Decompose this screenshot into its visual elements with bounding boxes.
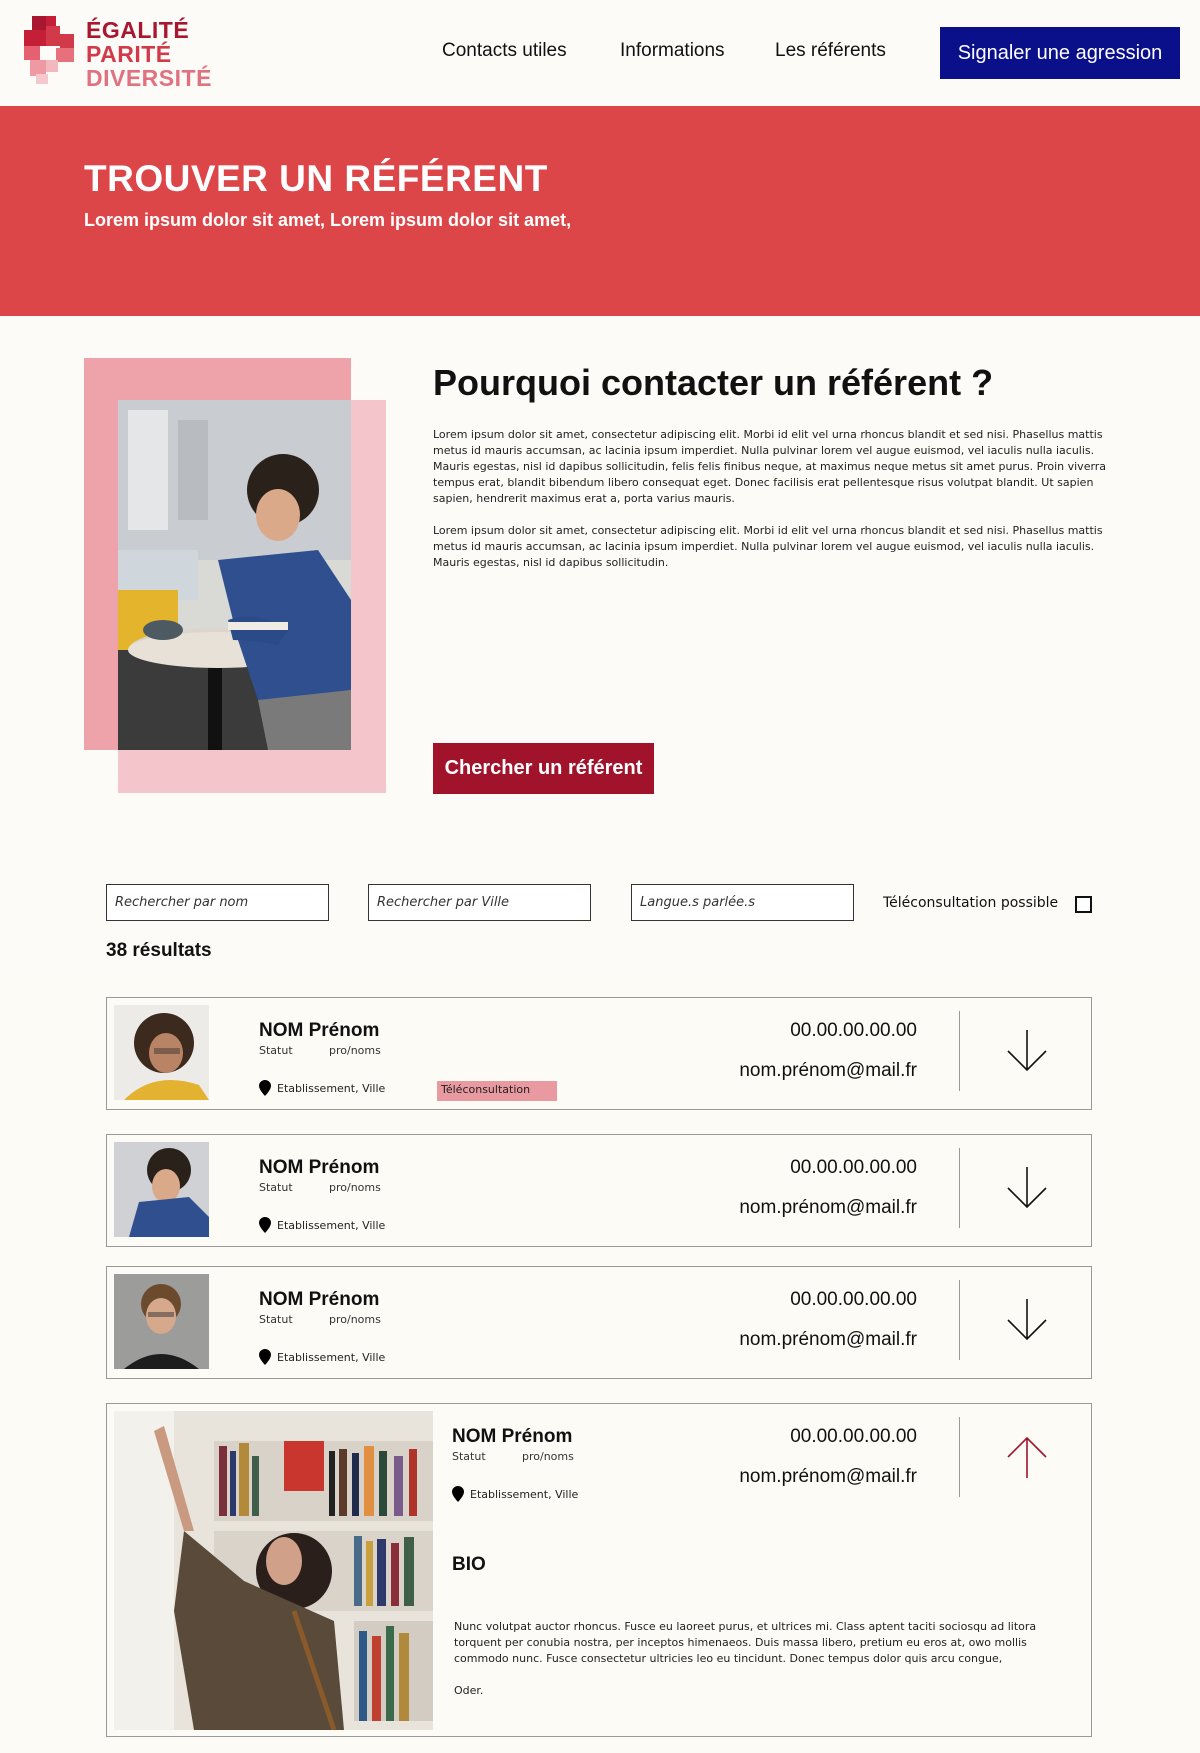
referent-location: Etablissement, Ville [259, 1217, 385, 1233]
referent-email[interactable]: nom.prénom@mail.fr [657, 1060, 917, 1082]
bio-signature: Oder. [454, 1684, 484, 1697]
referent-pronoms: pro/noms [329, 1044, 381, 1057]
arrow-down-icon[interactable] [1002, 1295, 1052, 1345]
referent-statut: Statut [259, 1181, 293, 1194]
location-text: Etablissement, Ville [470, 1487, 579, 1501]
results-count: 38 résultats [106, 940, 212, 961]
referent-pronoms: pro/noms [522, 1450, 574, 1463]
referent-phone[interactable]: 00.00.00.00.00 [717, 1426, 917, 1448]
referent-statut: Statut [259, 1044, 293, 1057]
teleconsultation-badge: Téléconsultation [437, 1081, 557, 1101]
intro-paragraph-2: Lorem ipsum dolor sit amet, consectetur … [433, 524, 1103, 569]
referent-statut: Statut [259, 1313, 293, 1326]
referent-phone[interactable]: 00.00.00.00.00 [717, 1020, 917, 1042]
page-subtitle: Lorem ipsum dolor sit amet, Lorem ipsum … [84, 210, 572, 230]
report-aggression-button[interactable]: Signaler une agression [940, 27, 1180, 79]
search-city-input[interactable] [368, 884, 591, 921]
referent-email[interactable]: nom.prénom@mail.fr [657, 1466, 917, 1488]
referent-location: Etablissement, Ville [259, 1080, 385, 1096]
referent-card[interactable]: NOM Prénom Statut pro/noms Etablissement… [106, 997, 1092, 1110]
logo-line-2: PARITÉ [86, 41, 172, 67]
referent-name: NOM Prénom [259, 1157, 380, 1178]
logo-line-3: DIVERSITÉ [86, 65, 212, 91]
site-header: ÉGALITÉ PARITÉ DIVERSITÉ Contacts utiles… [0, 0, 1200, 106]
intro-title: Pourquoi contacter un référent ? [433, 362, 994, 403]
referent-statut: Statut [452, 1450, 486, 1463]
logo-text: ÉGALITÉ PARITÉ DIVERSITÉ [86, 18, 212, 90]
arrow-down-icon[interactable] [1002, 1163, 1052, 1213]
location-text: Etablissement, Ville [277, 1081, 386, 1095]
bio-text: Nunc volutpat auctor rhoncus. Fusce eu l… [454, 1620, 1037, 1665]
referent-photo [114, 1411, 433, 1730]
referent-name: NOM Prénom [452, 1426, 573, 1447]
logo-mark-icon [24, 16, 74, 84]
referent-location: Etablissement, Ville [452, 1486, 578, 1502]
pin-icon [259, 1349, 271, 1365]
language-input[interactable] [631, 884, 854, 921]
card-divider [959, 1417, 960, 1497]
pin-icon [259, 1217, 271, 1233]
intro-paragraph-1: Lorem ipsum dolor sit amet, consectetur … [433, 428, 1107, 505]
arrow-down-icon[interactable] [1002, 1026, 1052, 1076]
card-divider [959, 1011, 960, 1091]
referent-name: NOM Prénom [259, 1020, 380, 1041]
referent-pronoms: pro/noms [329, 1313, 381, 1326]
search-referent-button[interactable]: Chercher un référent [433, 743, 654, 794]
referent-email[interactable]: nom.prénom@mail.fr [657, 1329, 917, 1351]
teleconsultation-checkbox[interactable] [1075, 896, 1092, 913]
nav-contacts-utiles[interactable]: Contacts utiles [442, 40, 567, 62]
nav-les-referents[interactable]: Les référents [775, 40, 886, 62]
location-text: Etablissement, Ville [277, 1350, 386, 1364]
card-divider [959, 1280, 960, 1360]
referent-phone[interactable]: 00.00.00.00.00 [717, 1157, 917, 1179]
arrow-up-icon[interactable] [1002, 1432, 1052, 1482]
referent-email[interactable]: nom.prénom@mail.fr [657, 1197, 917, 1219]
page-title: TROUVER UN RÉFÉRENT [84, 158, 548, 199]
hero-banner: TROUVER UN RÉFÉRENT Lorem ipsum dolor si… [0, 106, 1200, 316]
referent-card[interactable]: NOM Prénom Statut pro/noms Etablissement… [106, 1266, 1092, 1379]
referent-phone[interactable]: 00.00.00.00.00 [717, 1289, 917, 1311]
pin-icon [259, 1080, 271, 1096]
search-name-input[interactable] [106, 884, 329, 921]
referent-card[interactable]: NOM Prénom Statut pro/noms Etablissement… [106, 1134, 1092, 1247]
nav-informations[interactable]: Informations [620, 40, 725, 62]
bio-title: BIO [452, 1554, 486, 1575]
pin-icon [452, 1486, 464, 1502]
avatar [114, 1274, 209, 1369]
avatar [114, 1005, 209, 1100]
location-text: Etablissement, Ville [277, 1218, 386, 1232]
referent-location: Etablissement, Ville [259, 1349, 385, 1365]
referent-card-expanded[interactable]: NOM Prénom Statut pro/noms Etablissement… [106, 1403, 1092, 1737]
logo[interactable]: ÉGALITÉ PARITÉ DIVERSITÉ [24, 16, 211, 90]
intro-photo [118, 400, 351, 750]
logo-line-1: ÉGALITÉ [86, 17, 190, 43]
referent-name: NOM Prénom [259, 1289, 380, 1310]
avatar [114, 1142, 209, 1237]
referent-pronoms: pro/noms [329, 1181, 381, 1194]
card-divider [959, 1148, 960, 1228]
teleconsultation-label: Téléconsultation possible [883, 895, 1059, 911]
